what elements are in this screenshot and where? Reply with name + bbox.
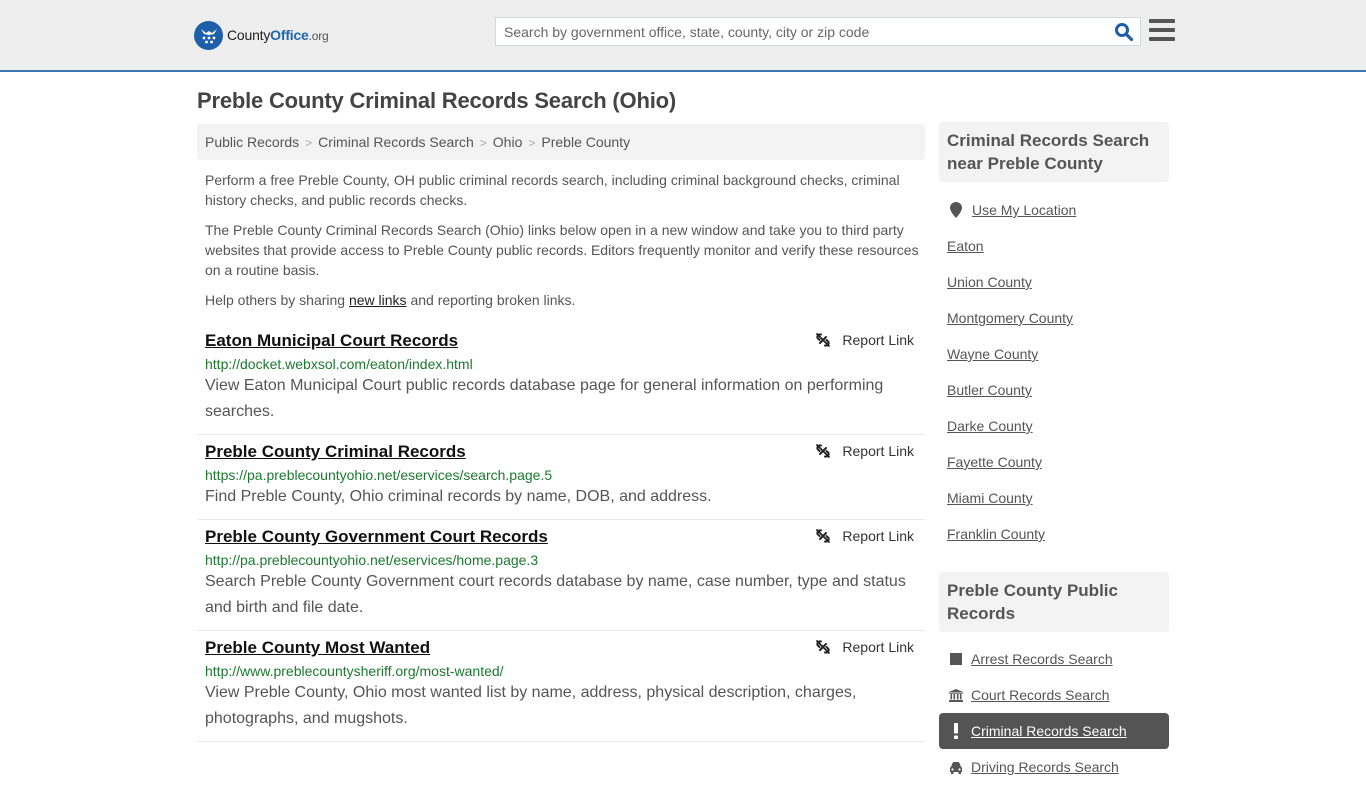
sidebar-item-arrest-records[interactable]: Arrest Records Search xyxy=(939,641,1169,677)
breadcrumb-public-records[interactable]: Public Records xyxy=(205,134,299,150)
search-input[interactable] xyxy=(496,18,1106,45)
results-list: Eaton Municipal Court Records Report Lin… xyxy=(197,324,925,742)
breadcrumb-ohio[interactable]: Ohio xyxy=(493,134,523,150)
nearby-link-miami-county[interactable]: Miami County xyxy=(947,488,1076,524)
nearby-link-darke-county[interactable]: Darke County xyxy=(947,416,1076,452)
intro-paragraph-3: Help others by sharing new links and rep… xyxy=(205,292,576,308)
report-link-button[interactable]: Report Link xyxy=(815,639,914,655)
criminal-records-link[interactable]: Criminal Records Search xyxy=(971,723,1127,739)
broken-link-icon xyxy=(816,529,831,543)
search-bar xyxy=(495,17,1141,46)
sidebar-item-court-records[interactable]: Court Records Search xyxy=(939,677,1169,713)
breadcrumb-separator: > xyxy=(479,136,487,150)
eagle-stars-icon xyxy=(194,20,223,50)
new-links-link[interactable]: new links xyxy=(349,292,407,308)
nearby-link-fayette-county[interactable]: Fayette County xyxy=(947,452,1076,488)
result-item: Eaton Municipal Court Records Report Lin… xyxy=(197,324,925,435)
result-item: Preble County Criminal Records Report Li… xyxy=(197,435,925,520)
site-logo[interactable]: CountyOffice.org xyxy=(194,20,329,50)
breadcrumb-separator: > xyxy=(528,136,536,150)
page-title: Preble County Criminal Records Search (O… xyxy=(197,88,676,113)
public-records-list: Arrest Records Search Court Records Sear… xyxy=(939,641,1169,785)
breadcrumb-preble-county[interactable]: Preble County xyxy=(541,134,630,150)
nearby-link-montgomery-county[interactable]: Montgomery County xyxy=(947,308,1076,344)
breadcrumb-criminal-records-search[interactable]: Criminal Records Search xyxy=(318,134,474,150)
breadcrumb-separator: > xyxy=(305,136,313,150)
sidebar-item-criminal-records[interactable]: Criminal Records Search xyxy=(939,713,1169,749)
result-description: View Eaton Municipal Court public record… xyxy=(205,377,884,420)
nearby-link-wayne-county[interactable]: Wayne County xyxy=(947,344,1076,380)
broken-link-icon xyxy=(816,640,831,654)
report-link-button[interactable]: Report Link xyxy=(815,443,914,459)
car-icon xyxy=(949,760,963,774)
nearby-link-franklin-county[interactable]: Franklin County xyxy=(947,524,1076,560)
public-records-heading: Preble County Public Records xyxy=(939,572,1169,632)
result-title-link[interactable]: Eaton Municipal Court Records xyxy=(205,331,458,351)
result-url[interactable]: https://pa.preblecountyohio.net/eservice… xyxy=(205,467,917,483)
result-url[interactable]: http://pa.preblecountyohio.net/eservices… xyxy=(205,552,917,568)
result-description: View Preble County, Ohio most wanted lis… xyxy=(205,684,857,727)
report-link-button[interactable]: Report Link xyxy=(815,332,914,348)
result-description: Find Preble County, Ohio criminal record… xyxy=(205,488,712,505)
intro-paragraph-2: The Preble County Criminal Records Searc… xyxy=(205,222,919,278)
nearby-heading: Criminal Records Search near Preble Coun… xyxy=(939,122,1169,182)
nearby-list: Use My Location Eaton Union County Montg… xyxy=(947,192,1076,560)
result-description: Search Preble County Government court re… xyxy=(205,573,906,616)
map-pin-icon xyxy=(950,202,962,218)
search-icon[interactable] xyxy=(1114,22,1134,42)
result-title-link[interactable]: Preble County Government Court Records xyxy=(205,527,548,547)
result-url[interactable]: http://docket.webxsol.com/eaton/index.ht… xyxy=(205,356,917,372)
nearby-link-union-county[interactable]: Union County xyxy=(947,272,1076,308)
intro-text: Perform a free Preble County, OH public … xyxy=(205,170,920,320)
arrest-records-link[interactable]: Arrest Records Search xyxy=(971,651,1113,667)
logo-text: CountyOffice.org xyxy=(227,27,329,43)
result-title-link[interactable]: Preble County Criminal Records xyxy=(205,442,466,462)
site-header: CountyOffice.org xyxy=(0,0,1366,72)
result-item: Preble County Government Court Records R… xyxy=(197,520,925,631)
intro-paragraph-1: Perform a free Preble County, OH public … xyxy=(205,172,900,208)
nearby-link-butler-county[interactable]: Butler County xyxy=(947,380,1076,416)
use-my-location-link[interactable]: Use My Location xyxy=(972,202,1076,218)
breadcrumb: Public Records > Criminal Records Search > O… xyxy=(197,124,925,160)
broken-link-icon xyxy=(816,444,831,458)
result-title-link[interactable]: Preble County Most Wanted xyxy=(205,638,430,658)
sidebar-item-driving-records[interactable]: Driving Records Search xyxy=(939,749,1169,785)
report-link-button[interactable]: Report Link xyxy=(815,528,914,544)
exclamation-icon xyxy=(949,723,963,739)
courthouse-icon xyxy=(949,688,963,702)
broken-link-icon xyxy=(816,333,831,347)
hamburger-menu-icon[interactable] xyxy=(1149,19,1175,43)
nearby-link-eaton[interactable]: Eaton xyxy=(947,236,1076,272)
result-item: Preble County Most Wanted Report Link ht… xyxy=(197,631,925,742)
driving-records-link[interactable]: Driving Records Search xyxy=(971,759,1119,775)
use-my-location-row: Use My Location xyxy=(947,192,1076,228)
square-icon xyxy=(949,652,963,666)
result-url[interactable]: http://www.preblecountysheriff.org/most-… xyxy=(205,663,917,679)
court-records-link[interactable]: Court Records Search xyxy=(971,687,1110,703)
